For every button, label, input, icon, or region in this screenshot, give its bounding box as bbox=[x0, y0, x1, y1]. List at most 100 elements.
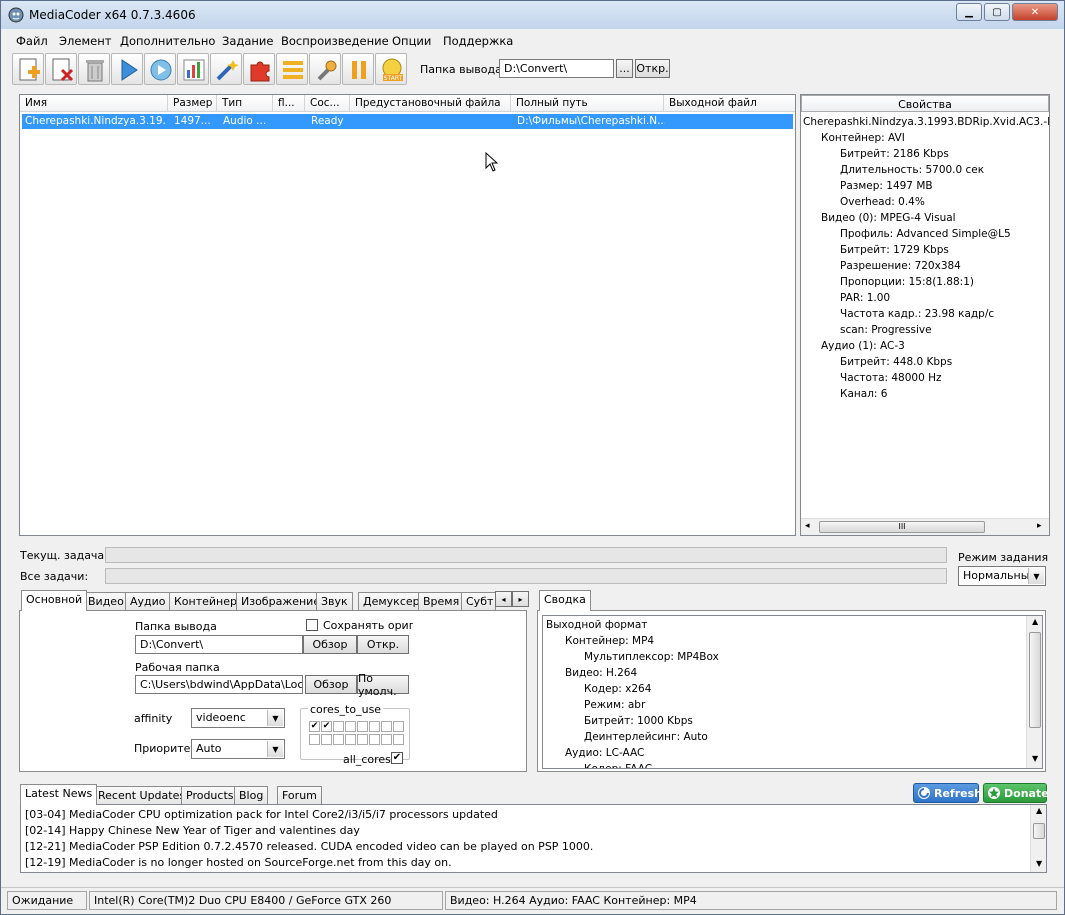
scroll-right-icon[interactable]: ▸ bbox=[1037, 521, 1042, 531]
tab-sound[interactable]: Звук bbox=[316, 592, 353, 611]
menu-options[interactable]: Опции bbox=[392, 34, 431, 48]
tab-video[interactable]: Видео bbox=[83, 592, 129, 611]
core-checkbox[interactable] bbox=[357, 721, 368, 732]
property-item[interactable]: Контейнер: AVI bbox=[821, 132, 905, 144]
summary-item[interactable]: Контейнер: MP4 bbox=[565, 635, 654, 647]
scroll-down-icon[interactable]: ▼ bbox=[1036, 859, 1042, 868]
column-type[interactable]: Тип bbox=[217, 95, 273, 112]
summary-item[interactable]: Мультиплексор: MP4Box bbox=[584, 651, 719, 663]
news-item[interactable]: [12-21] MediaCoder PSP Edition 0.7.2.457… bbox=[25, 840, 593, 853]
core-checkbox[interactable] bbox=[393, 734, 404, 745]
default-work-button[interactable]: По умолч. bbox=[357, 672, 409, 698]
queue-button[interactable] bbox=[276, 53, 308, 85]
column-flag[interactable]: fl... bbox=[273, 95, 305, 112]
scroll-up-icon[interactable]: ▲ bbox=[1036, 806, 1042, 815]
column-name[interactable]: Имя bbox=[20, 95, 168, 112]
menu-item[interactable]: Элемент bbox=[59, 34, 111, 48]
statistics-button[interactable] bbox=[177, 53, 209, 85]
scroll-thumb[interactable]: III bbox=[819, 521, 985, 533]
summary-item[interactable]: Деинтерлейсинг: Auto bbox=[584, 731, 708, 743]
settings-button[interactable] bbox=[309, 53, 341, 85]
browse-work-button[interactable]: Обзор bbox=[305, 675, 357, 694]
open-output-button[interactable]: Откр. bbox=[357, 635, 409, 654]
open-output-button[interactable]: Откр. bbox=[635, 59, 670, 78]
chevron-down-icon[interactable]: ▼ bbox=[267, 741, 283, 757]
remove-file-button[interactable] bbox=[45, 53, 77, 85]
close-button[interactable]: ✕ bbox=[1012, 3, 1058, 21]
start-button[interactable]: START bbox=[375, 53, 407, 85]
wizard-button[interactable] bbox=[210, 53, 242, 85]
core-checkbox[interactable]: ✔ bbox=[321, 721, 332, 732]
tab-scroll-left-icon[interactable]: ◂ bbox=[495, 591, 512, 607]
tab-blog[interactable]: Blog bbox=[234, 786, 269, 805]
tab-latest-news[interactable]: Latest News bbox=[20, 784, 98, 805]
properties-root[interactable]: Cherepashki.Nindzya.3.1993.BDRip.Xvid.AC… bbox=[803, 116, 1049, 128]
property-item[interactable]: Overhead: 0.4% bbox=[840, 196, 925, 208]
all-cores-checkbox[interactable]: ✔ bbox=[391, 752, 403, 764]
tab-basic[interactable]: Основной bbox=[21, 590, 88, 611]
keep-original-checkbox[interactable] bbox=[306, 619, 318, 631]
core-checkbox[interactable] bbox=[381, 721, 392, 732]
menu-support[interactable]: Поддержка bbox=[443, 34, 513, 48]
property-item[interactable]: Длительность: 5700.0 сек bbox=[840, 164, 984, 176]
tab-image[interactable]: Изображение bbox=[236, 592, 326, 611]
core-checkbox[interactable] bbox=[369, 734, 380, 745]
property-item[interactable]: Пропорции: 15:8(1.88:1) bbox=[840, 276, 974, 288]
browse-output-button[interactable]: Обзор bbox=[303, 635, 357, 654]
property-item[interactable]: Битрейт: 1729 Kbps bbox=[840, 244, 949, 256]
properties-header[interactable]: Свойства bbox=[801, 95, 1049, 112]
property-item[interactable]: Битрейт: 2186 Kbps bbox=[840, 148, 949, 160]
scroll-up-icon[interactable]: ▲ bbox=[1032, 617, 1038, 626]
core-checkbox[interactable]: ✔ bbox=[309, 721, 320, 732]
browse-output-button[interactable]: ... bbox=[616, 59, 633, 78]
core-checkbox[interactable] bbox=[381, 734, 392, 745]
property-item[interactable]: PAR: 1.00 bbox=[840, 292, 890, 304]
property-item[interactable]: Аудио (1): AC-3 bbox=[821, 340, 905, 352]
menu-file[interactable]: Файл bbox=[16, 34, 48, 48]
pause-button[interactable] bbox=[342, 53, 374, 85]
menu-task[interactable]: Задание bbox=[222, 34, 274, 48]
core-checkbox[interactable] bbox=[309, 734, 320, 745]
chevron-down-icon[interactable]: ▼ bbox=[267, 710, 283, 726]
play-button[interactable] bbox=[111, 53, 143, 85]
news-item[interactable]: [02-14] Happy Chinese New Year of Tiger … bbox=[25, 824, 360, 837]
scroll-down-icon[interactable]: ▼ bbox=[1032, 754, 1038, 763]
scroll-thumb[interactable] bbox=[1029, 632, 1041, 728]
column-output-file[interactable]: Выходной файл bbox=[664, 95, 795, 112]
priority-select[interactable]: Auto ▼ bbox=[191, 739, 285, 759]
summary-item[interactable]: Битрейт: 1000 Kbps bbox=[584, 715, 693, 727]
tab-recent-updates[interactable]: Recent Updates bbox=[93, 786, 191, 805]
summary-item[interactable]: Режим: abr bbox=[584, 699, 645, 711]
minimize-button[interactable]: ▁ bbox=[956, 3, 982, 21]
column-preset[interactable]: Предустановочный файла bbox=[350, 95, 511, 112]
tab-time[interactable]: Время bbox=[418, 592, 465, 611]
summary-item[interactable]: Видео: H.264 bbox=[565, 667, 637, 679]
plugin-button[interactable] bbox=[243, 53, 275, 85]
scroll-left-icon[interactable]: ◂ bbox=[805, 521, 810, 531]
summary-item[interactable]: Кодер: FAAC bbox=[584, 763, 652, 768]
property-item[interactable]: Размер: 1497 MB bbox=[840, 180, 933, 192]
news-item[interactable]: [12-19] MediaCoder is no longer hosted o… bbox=[25, 856, 452, 869]
file-list[interactable]: Имя Размер Тип fl... Сос... Предустаново… bbox=[19, 94, 796, 536]
property-item[interactable]: scan: Progressive bbox=[840, 324, 932, 336]
tab-forum[interactable]: Forum bbox=[277, 786, 322, 805]
tab-demuxer[interactable]: Демуксер bbox=[358, 592, 425, 611]
summary-item[interactable]: Кодер: x264 bbox=[584, 683, 651, 695]
output-folder-input[interactable]: D:\Convert\ bbox=[135, 635, 303, 654]
core-checkbox[interactable] bbox=[345, 721, 356, 732]
output-folder-input[interactable]: D:\Convert\ bbox=[499, 59, 614, 78]
core-checkbox[interactable] bbox=[321, 734, 332, 745]
news-item[interactable]: [03-04] MediaCoder CPU optimization pack… bbox=[25, 808, 498, 821]
table-row[interactable]: Cherepashki.Nindzya.3.19... 1497... Audi… bbox=[22, 114, 793, 129]
task-mode-select[interactable]: Нормальный ▼ bbox=[958, 566, 1046, 586]
property-item[interactable]: Битрейт: 448.0 Kbps bbox=[840, 356, 952, 368]
property-item[interactable]: Частота: 48000 Hz bbox=[840, 372, 942, 384]
properties-hscrollbar[interactable]: ◂ III ▸ bbox=[801, 518, 1049, 535]
summary-vscrollbar[interactable]: ▲ ▼ bbox=[1026, 616, 1042, 768]
title-bar[interactable]: MediaCoder x64 0.7.3.4606 ▁ ▢ ✕ bbox=[1, 1, 1064, 29]
menu-playback[interactable]: Воспроизведение bbox=[281, 34, 389, 48]
core-checkbox[interactable] bbox=[333, 721, 344, 732]
column-size[interactable]: Размер bbox=[168, 95, 217, 112]
chevron-down-icon[interactable]: ▼ bbox=[1028, 568, 1044, 584]
column-status[interactable]: Сос... bbox=[305, 95, 350, 112]
